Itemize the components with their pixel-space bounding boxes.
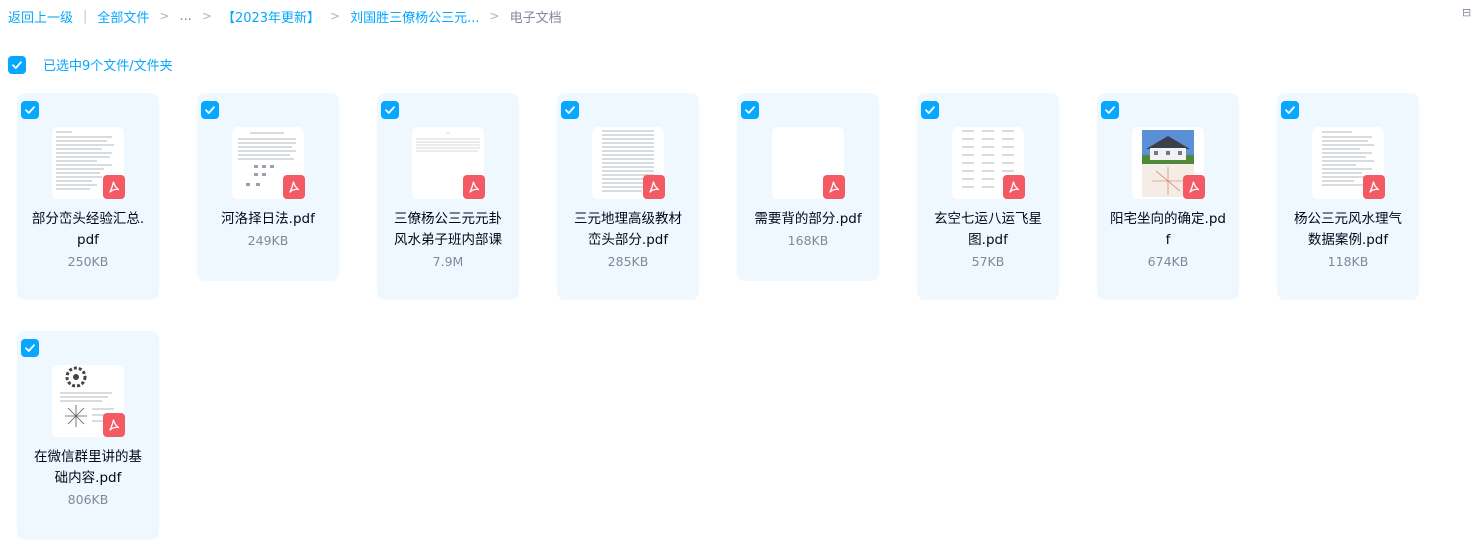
- breadcrumb-folder-course[interactable]: 刘国胜三僚杨公三元...: [350, 7, 479, 26]
- file-checkbox[interactable]: [201, 101, 219, 119]
- pdf-icon: [823, 175, 845, 199]
- file-card[interactable]: 三僚杨公三元元卦 风水弟子班内部课 7.9M: [377, 93, 519, 300]
- check-icon: [25, 344, 35, 352]
- file-size: 57KB: [971, 254, 1005, 269]
- file-size: 168KB: [787, 233, 829, 248]
- check-icon: [205, 106, 215, 114]
- file-card[interactable]: 玄空七运八运飞星 图.pdf 57KB: [917, 93, 1059, 300]
- file-name: 河洛择日法.pdf: [221, 211, 315, 227]
- file-card[interactable]: 河洛择日法.pdf 249KB: [197, 93, 339, 281]
- check-icon: [1105, 106, 1115, 114]
- file-size: 249KB: [247, 233, 289, 248]
- pdf-icon: [103, 413, 125, 437]
- breadcrumb-ellipsis[interactable]: ...: [179, 9, 191, 24]
- file-card[interactable]: 三元地理高级教材 峦头部分.pdf 285KB: [557, 93, 699, 300]
- check-icon: [925, 106, 935, 114]
- breadcrumb-folder-2023[interactable]: 【2023年更新】: [222, 7, 320, 26]
- file-name: 在微信群里讲的基 础内容.pdf: [34, 449, 142, 486]
- pdf-icon: [103, 175, 125, 199]
- view-toggle-icon[interactable]: ⊟: [1462, 6, 1472, 20]
- file-card[interactable]: 阳宅坐向的确定.pd f 674KB: [1097, 93, 1239, 300]
- file-card[interactable]: 需要背的部分.pdf 168KB: [737, 93, 879, 281]
- file-checkbox[interactable]: [21, 339, 39, 357]
- check-icon: [385, 106, 395, 114]
- file-name: 杨公三元风水理气 数据案例.pdf: [1294, 211, 1402, 248]
- chevron-right-icon: >: [330, 9, 341, 23]
- chevron-right-icon: >: [159, 9, 170, 23]
- file-checkbox[interactable]: [1281, 101, 1299, 119]
- check-icon: [12, 60, 22, 69]
- breadcrumb-all-files[interactable]: 全部文件: [97, 7, 149, 26]
- file-name: 玄空七运八运飞星 图.pdf: [934, 211, 1042, 248]
- chevron-right-icon: >: [201, 9, 212, 23]
- pdf-icon: [1363, 175, 1385, 199]
- check-icon: [745, 106, 755, 114]
- pdf-icon: [643, 175, 665, 199]
- file-name: 三元地理高级教材 峦头部分.pdf: [574, 211, 682, 248]
- file-checkbox[interactable]: [381, 101, 399, 119]
- select-all-checkbox[interactable]: [8, 55, 26, 74]
- check-icon: [25, 106, 35, 114]
- breadcrumb-current: 电子文档: [509, 10, 562, 26]
- file-name: 阳宅坐向的确定.pd f: [1110, 211, 1226, 248]
- check-icon: [1285, 106, 1295, 114]
- file-checkbox[interactable]: [741, 101, 759, 119]
- pdf-icon: [1003, 175, 1025, 199]
- pdf-icon: [1183, 175, 1205, 199]
- file-size: 7.9M: [432, 254, 464, 269]
- file-size: 118KB: [1327, 254, 1369, 269]
- file-card[interactable]: 在微信群里讲的基 础内容.pdf 806KB: [17, 331, 159, 540]
- file-name: 三僚杨公三元元卦 风水弟子班内部课: [394, 211, 502, 248]
- pdf-icon: [283, 175, 305, 199]
- file-name: 部分峦头经验汇总. pdf: [31, 211, 145, 248]
- file-size: 674KB: [1147, 254, 1189, 269]
- check-icon: [565, 106, 575, 114]
- file-size: 285KB: [607, 254, 649, 269]
- file-card[interactable]: 杨公三元风水理气 数据案例.pdf 118KB: [1277, 93, 1419, 300]
- select-all-bar: 已选中9个文件/文件夹: [8, 55, 173, 74]
- back-link[interactable]: 返回上一级: [8, 7, 73, 26]
- file-size: 250KB: [67, 254, 109, 269]
- file-name: 需要背的部分.pdf: [754, 211, 862, 227]
- breadcrumb-divider: |: [83, 8, 88, 24]
- file-size: 806KB: [67, 492, 109, 507]
- pdf-icon: [463, 175, 485, 199]
- selection-count-text: 已选中9个文件/文件夹: [43, 59, 173, 74]
- file-checkbox[interactable]: [1101, 101, 1119, 119]
- file-checkbox[interactable]: [921, 101, 939, 119]
- file-checkbox[interactable]: [561, 101, 579, 119]
- file-checkbox[interactable]: [21, 101, 39, 119]
- file-card[interactable]: 部分峦头经验汇总. pdf 250KB: [17, 93, 159, 300]
- chevron-right-icon: >: [489, 9, 500, 23]
- breadcrumb: 返回上一级 | 全部文件 > ... > 【2023年更新】 > 刘国胜三僚杨公…: [8, 6, 562, 26]
